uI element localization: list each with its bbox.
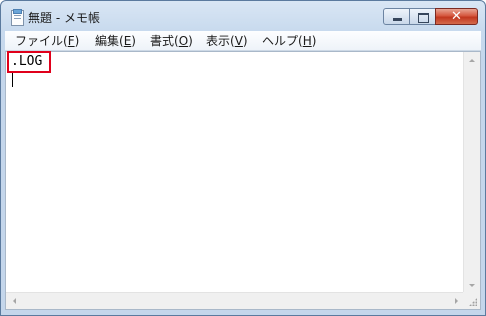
menu-help-label: ヘルプ(	[262, 34, 303, 48]
menu-view[interactable]: 表示(V)	[206, 33, 248, 49]
menu-file-accesskey: F	[67, 34, 75, 48]
menu-format-end: )	[188, 34, 193, 48]
scroll-left-button[interactable]	[6, 293, 23, 310]
menu-view-label: 表示(	[206, 34, 235, 48]
window-controls: ✕	[383, 8, 478, 25]
minimize-button[interactable]	[383, 8, 410, 25]
menu-edit-label: 編集(	[95, 34, 124, 48]
arrow-up-icon	[469, 59, 475, 62]
menu-file-label: ファイル(	[15, 34, 68, 48]
maximize-button[interactable]	[409, 8, 436, 25]
text-editor[interactable]: .LOG	[6, 51, 465, 294]
scroll-up-button[interactable]	[464, 52, 481, 69]
menu-format[interactable]: 書式(O)	[150, 33, 193, 49]
arrow-left-icon	[13, 298, 16, 304]
close-icon: ✕	[451, 9, 462, 24]
window-title: 無題 - メモ帳	[28, 11, 100, 25]
title-bar[interactable]: 無題 - メモ帳 ✕	[1, 1, 485, 31]
arrow-right-icon	[455, 298, 458, 304]
resize-grip-icon[interactable]	[463, 292, 480, 309]
menu-edit-end: )	[131, 34, 136, 48]
close-button[interactable]: ✕	[435, 8, 478, 25]
vertical-scrollbar[interactable]	[463, 52, 480, 294]
notepad-icon[interactable]	[11, 9, 24, 26]
menu-format-label: 書式(	[150, 34, 179, 48]
menu-view-end: )	[242, 34, 248, 48]
text-caret	[12, 73, 13, 87]
editor-frame: .LOG	[5, 51, 481, 310]
menu-help-accesskey: H	[302, 34, 312, 48]
minimize-icon	[393, 18, 402, 21]
menu-file[interactable]: ファイル(F)	[15, 33, 79, 49]
menu-format-accesskey: O	[178, 34, 189, 48]
maximize-icon	[418, 13, 429, 23]
arrow-down-icon	[469, 284, 475, 287]
menu-help[interactable]: ヘルプ(H)	[262, 33, 316, 49]
menu-help-end: )	[311, 34, 317, 48]
notepad-window: 無題 - メモ帳 ✕ ファイル(F) 編集(E) 書式(O) 表示(V) ヘルプ…	[0, 0, 486, 316]
menu-view-accesskey: V	[234, 34, 243, 48]
menu-file-end: )	[74, 34, 80, 48]
menu-edit[interactable]: 編集(E)	[95, 33, 136, 49]
menu-bar: ファイル(F) 編集(E) 書式(O) 表示(V) ヘルプ(H)	[5, 31, 481, 51]
horizontal-scrollbar[interactable]	[6, 292, 465, 309]
highlight-box	[7, 51, 51, 73]
